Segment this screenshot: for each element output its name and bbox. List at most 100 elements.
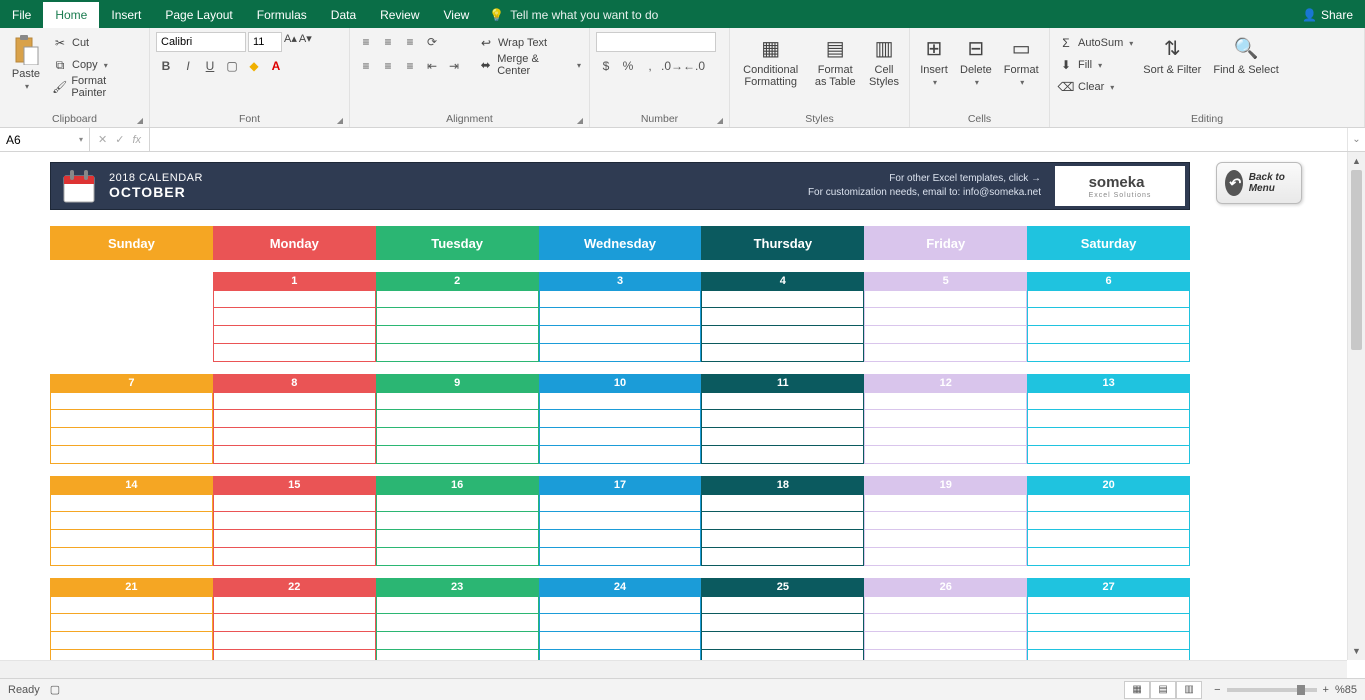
tab-home[interactable]: Home xyxy=(43,2,99,28)
calendar-day-cell[interactable]: 20 xyxy=(1027,476,1190,566)
event-slot[interactable] xyxy=(539,632,702,650)
event-slot[interactable] xyxy=(1027,344,1190,362)
align-right-button[interactable]: ≡ xyxy=(400,56,420,76)
event-slot[interactable] xyxy=(864,308,1027,326)
event-slot[interactable] xyxy=(213,410,376,428)
event-slot[interactable] xyxy=(701,548,864,566)
event-slot[interactable] xyxy=(213,614,376,632)
calendar-day-cell[interactable]: 8 xyxy=(213,374,376,464)
page-break-view-button[interactable]: ▥ xyxy=(1176,681,1202,699)
event-slot[interactable] xyxy=(1027,530,1190,548)
accounting-format-button[interactable]: $ xyxy=(596,56,616,76)
calendar-day-cell[interactable]: 15 xyxy=(213,476,376,566)
align-center-button[interactable]: ≡ xyxy=(378,56,398,76)
orientation-button[interactable]: ⟳ xyxy=(422,32,442,52)
macro-record-icon[interactable]: ▢ xyxy=(50,683,60,696)
event-slot[interactable] xyxy=(213,428,376,446)
merge-center-button[interactable]: ⬌Merge & Center▾ xyxy=(476,54,583,76)
page-layout-view-button[interactable]: ▤ xyxy=(1150,681,1176,699)
calendar-day-cell[interactable]: 14 xyxy=(50,476,213,566)
event-slot[interactable] xyxy=(539,530,702,548)
event-slot[interactable] xyxy=(701,446,864,464)
zoom-level[interactable]: %85 xyxy=(1335,684,1357,696)
calendar-day-cell[interactable]: 10 xyxy=(539,374,702,464)
event-slot[interactable] xyxy=(701,308,864,326)
calendar-day-cell[interactable]: 27 xyxy=(1027,578,1190,668)
event-slot[interactable] xyxy=(213,290,376,308)
event-slot[interactable] xyxy=(539,308,702,326)
conditional-formatting-button[interactable]: ▦Conditional Formatting xyxy=(736,32,805,90)
event-slot[interactable] xyxy=(213,596,376,614)
calendar-day-cell[interactable]: 1 xyxy=(213,272,376,362)
scroll-up-icon[interactable]: ▲ xyxy=(1348,152,1365,170)
calendar-day-cell[interactable]: 6 xyxy=(1027,272,1190,362)
event-slot[interactable] xyxy=(701,512,864,530)
event-slot[interactable] xyxy=(701,326,864,344)
event-slot[interactable] xyxy=(1027,446,1190,464)
expand-formula-bar-icon[interactable]: ⌄ xyxy=(1347,128,1365,151)
tab-insert[interactable]: Insert xyxy=(99,2,153,28)
event-slot[interactable] xyxy=(376,290,539,308)
event-slot[interactable] xyxy=(539,326,702,344)
event-slot[interactable] xyxy=(1027,494,1190,512)
zoom-in-button[interactable]: + xyxy=(1323,684,1329,696)
event-slot[interactable] xyxy=(701,344,864,362)
event-slot[interactable] xyxy=(213,530,376,548)
event-slot[interactable] xyxy=(376,512,539,530)
enter-icon[interactable]: ✓ xyxy=(115,133,124,146)
event-slot[interactable] xyxy=(376,446,539,464)
event-slot[interactable] xyxy=(213,548,376,566)
event-slot[interactable] xyxy=(1027,392,1190,410)
event-slot[interactable] xyxy=(1027,428,1190,446)
event-slot[interactable] xyxy=(376,344,539,362)
tab-view[interactable]: View xyxy=(432,2,482,28)
event-slot[interactable] xyxy=(864,446,1027,464)
format-painter-button[interactable]: 🖌Format Painter xyxy=(50,76,143,98)
event-slot[interactable] xyxy=(50,632,213,650)
event-slot[interactable] xyxy=(864,530,1027,548)
decrease-decimal-button[interactable]: ←.0 xyxy=(684,56,704,76)
event-slot[interactable] xyxy=(1027,410,1190,428)
event-slot[interactable] xyxy=(1027,308,1190,326)
event-slot[interactable] xyxy=(539,392,702,410)
event-slot[interactable] xyxy=(864,410,1027,428)
font-color-button[interactable]: A xyxy=(266,56,286,76)
event-slot[interactable] xyxy=(213,308,376,326)
event-slot[interactable] xyxy=(213,344,376,362)
templates-link-text[interactable]: For other Excel templates, click → xyxy=(203,172,1041,186)
event-slot[interactable] xyxy=(864,494,1027,512)
vertical-scrollbar[interactable]: ▲ ▼ xyxy=(1347,152,1365,660)
name-box[interactable]: A6 ▾ xyxy=(0,128,90,151)
insert-cells-button[interactable]: ⊞Insert▾ xyxy=(916,32,952,89)
align-top-button[interactable]: ≡ xyxy=(356,32,376,52)
event-slot[interactable] xyxy=(539,596,702,614)
sort-filter-button[interactable]: ⇅Sort & Filter xyxy=(1139,32,1205,78)
border-button[interactable]: ▢ xyxy=(222,56,242,76)
calendar-day-cell[interactable]: 26 xyxy=(864,578,1027,668)
percent-format-button[interactable]: % xyxy=(618,56,638,76)
increase-font-button[interactable]: A▴ xyxy=(284,32,297,52)
cut-button[interactable]: ✂Cut xyxy=(50,32,143,54)
calendar-day-cell[interactable]: 13 xyxy=(1027,374,1190,464)
bold-button[interactable]: B xyxy=(156,56,176,76)
event-slot[interactable] xyxy=(701,632,864,650)
event-slot[interactable] xyxy=(701,428,864,446)
event-slot[interactable] xyxy=(213,632,376,650)
event-slot[interactable] xyxy=(701,614,864,632)
tab-formulas[interactable]: Formulas xyxy=(245,2,319,28)
event-slot[interactable] xyxy=(864,632,1027,650)
zoom-out-button[interactable]: − xyxy=(1214,684,1220,696)
calendar-day-cell[interactable]: 16 xyxy=(376,476,539,566)
event-slot[interactable] xyxy=(50,494,213,512)
event-slot[interactable] xyxy=(213,392,376,410)
someka-logo[interactable]: someka Excel Solutions xyxy=(1055,166,1185,206)
cell-styles-button[interactable]: ▥Cell Styles xyxy=(865,32,903,90)
event-slot[interactable] xyxy=(376,392,539,410)
align-bottom-button[interactable]: ≡ xyxy=(400,32,420,52)
event-slot[interactable] xyxy=(539,614,702,632)
calendar-day-cell[interactable]: 9 xyxy=(376,374,539,464)
underline-button[interactable]: U xyxy=(200,56,220,76)
event-slot[interactable] xyxy=(376,548,539,566)
calendar-day-cell[interactable]: 18 xyxy=(701,476,864,566)
event-slot[interactable] xyxy=(864,290,1027,308)
